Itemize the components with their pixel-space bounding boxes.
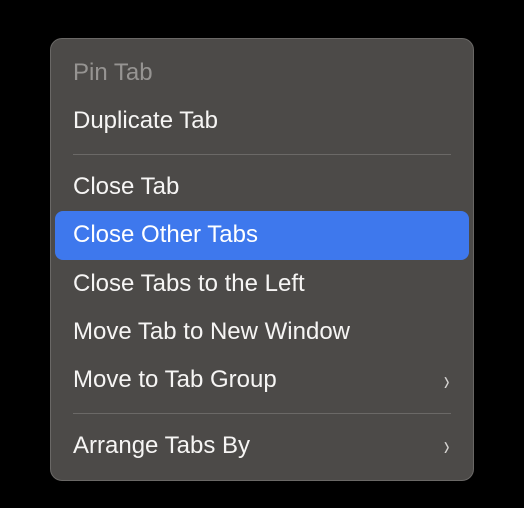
- menu-label: Close Other Tabs: [73, 219, 258, 251]
- chevron-right-icon: ›: [444, 367, 450, 395]
- menu-item-move-to-new-window[interactable]: Move Tab to New Window: [51, 308, 473, 356]
- chevron-right-icon: ›: [444, 432, 450, 460]
- menu-item-move-to-tab-group[interactable]: Move to Tab Group ›: [51, 356, 473, 404]
- menu-divider: [73, 413, 451, 414]
- menu-label: Move to Tab Group: [73, 364, 277, 396]
- tab-context-menu: Pin Tab Duplicate Tab Close Tab Close Ot…: [50, 38, 474, 481]
- menu-item-pin-tab: Pin Tab: [51, 49, 473, 97]
- menu-label: Arrange Tabs By: [73, 430, 250, 462]
- menu-item-arrange-tabs-by[interactable]: Arrange Tabs By ›: [51, 422, 473, 470]
- menu-label: Close Tab: [73, 171, 179, 203]
- menu-label: Close Tabs to the Left: [73, 268, 305, 300]
- menu-divider: [73, 154, 451, 155]
- menu-item-close-other-tabs[interactable]: Close Other Tabs: [55, 211, 469, 259]
- menu-item-close-tabs-left[interactable]: Close Tabs to the Left: [51, 260, 473, 308]
- menu-label: Move Tab to New Window: [73, 316, 350, 348]
- menu-label: Duplicate Tab: [73, 105, 218, 137]
- menu-label: Pin Tab: [73, 57, 153, 89]
- menu-item-duplicate-tab[interactable]: Duplicate Tab: [51, 97, 473, 145]
- menu-item-close-tab[interactable]: Close Tab: [51, 163, 473, 211]
